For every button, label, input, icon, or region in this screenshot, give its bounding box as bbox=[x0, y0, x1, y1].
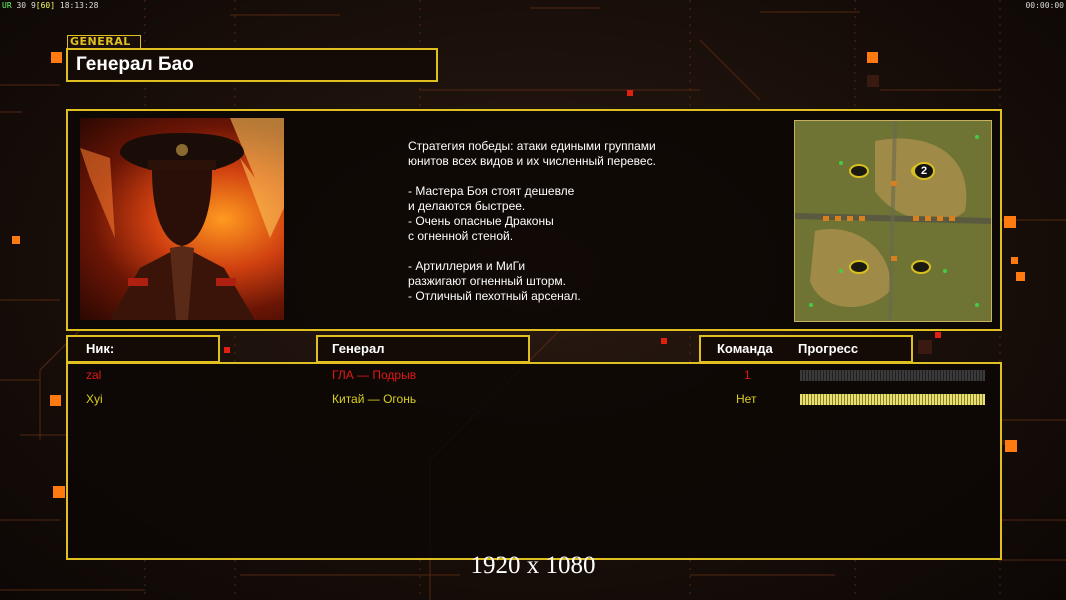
progress-header: Прогресс bbox=[798, 341, 859, 356]
player-progress-bar bbox=[800, 370, 985, 381]
debug-overlay: UR 30 9[60] 18:13:28 00:00:00 bbox=[0, 0, 1066, 10]
player-general: ГЛА — Подрыв bbox=[332, 368, 417, 382]
map-preview[interactable]: 2 bbox=[794, 120, 992, 322]
general-portrait-image bbox=[80, 118, 284, 320]
player-nick: zal bbox=[86, 368, 102, 382]
general-name: Генерал Бао bbox=[76, 54, 194, 75]
players-list: zal ГЛА — Подрыв 1 Xyi Китай — Огонь Нет bbox=[66, 362, 1002, 560]
resolution-caption: 1920 x 1080 bbox=[470, 552, 596, 579]
player-row[interactable]: zal ГЛА — Подрыв 1 bbox=[68, 366, 1000, 386]
player-nick: Xyi bbox=[86, 392, 103, 406]
nick-header: Ник: bbox=[66, 335, 220, 363]
player-team: 1 bbox=[744, 368, 751, 382]
player-row[interactable]: Xyi Китай — Огонь Нет bbox=[68, 390, 1000, 410]
team-progress-header: Команда Прогресс bbox=[699, 335, 913, 363]
map-preview-image bbox=[795, 121, 991, 321]
general-section-label: GENERAL bbox=[67, 35, 141, 49]
game-timer: 00:00:00 bbox=[1025, 1, 1064, 10]
general-title-box: Генерал Бао bbox=[66, 48, 438, 82]
start-position-marker[interactable]: 2 bbox=[913, 162, 935, 180]
player-progress-bar bbox=[800, 394, 985, 405]
team-header: Команда bbox=[717, 341, 773, 356]
player-general: Китай — Огонь bbox=[332, 392, 417, 406]
player-team: Нет bbox=[736, 392, 757, 406]
general-portrait bbox=[80, 118, 284, 320]
player-progress-fill bbox=[800, 394, 985, 405]
general-header: Генерал bbox=[316, 335, 530, 363]
general-description: Стратегия победы: атаки едиными группами… bbox=[408, 139, 656, 303]
fps-counter: UR 30 9[60] 18:13:28 bbox=[2, 1, 99, 10]
general-info-panel: Стратегия победы: атаки едиными группами… bbox=[66, 109, 1002, 331]
